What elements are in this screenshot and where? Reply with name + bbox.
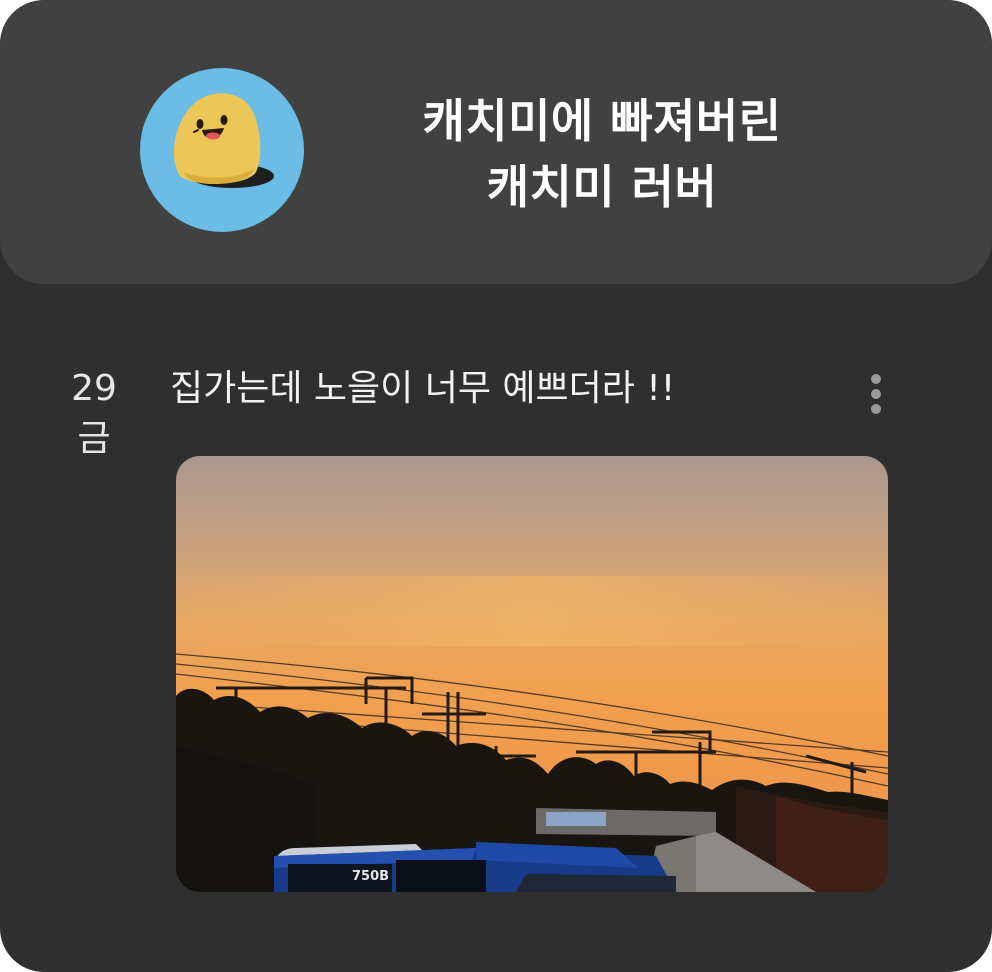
diary-card: 캐치미에 빠져버린 캐치미 러버 29 금 집가는데 노을이 너무 예쁘더라 !… [0,0,992,972]
yellow-blob-character-icon [173,93,274,188]
profile-name: 캐치미에 빠져버린 캐치미 러버 [360,88,844,220]
sunset-photo: 750B [176,456,888,892]
bus-number-label: 750B [352,869,389,884]
profile-name-line2: 캐치미 러버 [486,160,718,214]
entry-text: 집가는데 노을이 너무 예쁘더라 !! [170,368,676,409]
profile-name-line1: 캐치미에 빠져버린 [422,94,782,148]
profile-header: 캐치미에 빠져버린 캐치미 러버 [0,0,992,284]
profile-avatar[interactable] [140,68,304,232]
entry-day: 29 [71,368,117,409]
entry-weekday: 금 [77,418,111,459]
more-options-button[interactable] [860,370,892,418]
entry-photo[interactable]: 750B [176,456,888,892]
entry-date: 29 금 [64,364,124,464]
vertical-dots-more-icon [871,389,881,399]
vertical-dots-more-icon [871,404,881,414]
vertical-dots-more-icon [871,374,881,384]
